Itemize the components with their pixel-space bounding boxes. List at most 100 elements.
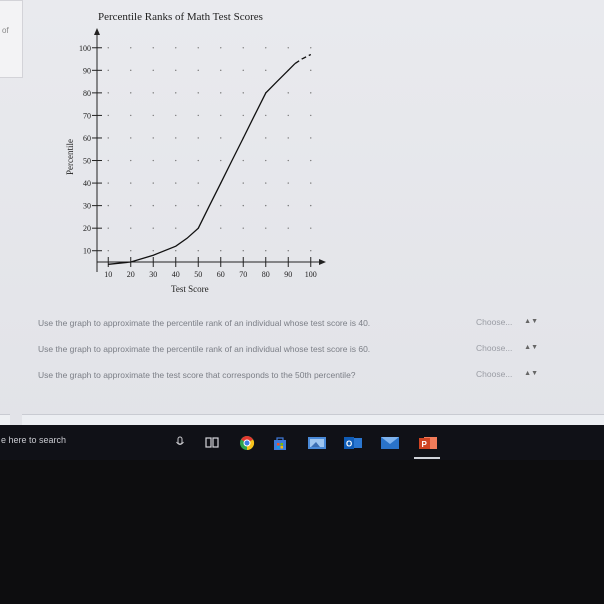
y-ticks: 10 20 30 40 50 60 70 80 90 100: [79, 44, 102, 256]
y-axis-arrow: [94, 28, 100, 35]
grid-dot: [242, 250, 244, 252]
x-tick-label: 100: [305, 270, 317, 279]
grid-dot: [152, 92, 154, 94]
y-tick-label: 80: [83, 89, 91, 98]
outlook-icon[interactable]: O: [343, 435, 363, 450]
grid-dot: [242, 92, 244, 94]
grid-dot: [107, 182, 109, 184]
question-row-1: Use the graph to approximate the percent…: [38, 317, 578, 334]
y-tick-label: 10: [83, 247, 91, 256]
grid-dot: [197, 114, 199, 117]
grid-dot: [152, 182, 154, 184]
grid-dot: [107, 159, 109, 162]
svg-text:O: O: [346, 440, 352, 449]
grid-dot: [265, 69, 267, 72]
grid-dot: [107, 227, 109, 229]
grid-dot: [130, 114, 132, 117]
grid-dot: [175, 69, 177, 72]
app-screen: of Percentile Ranks of Math Test Scores …: [0, 0, 604, 425]
grid-dot: [107, 69, 109, 72]
svg-text:P: P: [422, 440, 428, 449]
grid-dot: [220, 69, 222, 72]
grid-dot: [242, 227, 244, 229]
question-text: Use the graph to approximate the test sc…: [38, 370, 356, 380]
grid-dot: [107, 137, 109, 139]
answer-select-3[interactable]: Choose... ▲▼: [476, 369, 538, 383]
select-arrows-icon: ▲▼: [524, 318, 538, 325]
grid-dot: [265, 182, 267, 184]
task-view-icon[interactable]: [205, 435, 219, 450]
y-tick-label: 90: [83, 66, 91, 75]
grid-dot: [287, 92, 289, 94]
grid-dot: [197, 137, 199, 139]
grid-dot: [197, 69, 199, 72]
grid-dot: [152, 69, 154, 72]
grid-dot: [107, 204, 109, 207]
percentile-chart: 10 20 30 40 50 60 70 80 90 100 10 20 30 40 50 60 70 80 90…: [65, 28, 326, 294]
powerpoint-icon[interactable]: P: [418, 435, 438, 450]
grid-dot: [242, 114, 244, 117]
grid-dot: [197, 250, 199, 252]
grid-dot: [287, 182, 289, 184]
select-value: Choose...: [476, 369, 513, 379]
grid-dot: [220, 137, 222, 139]
x-tick-label: 80: [262, 270, 270, 279]
grid-dot: [287, 137, 289, 139]
grid-dot: [265, 204, 267, 207]
x-tick-label: 70: [239, 270, 247, 279]
grid-dot: [242, 47, 244, 49]
taskbar: e here to search O P: [0, 425, 604, 460]
grid-dot: [242, 69, 244, 72]
grid-dot: [152, 204, 154, 207]
chrome-icon[interactable]: [238, 435, 256, 450]
grid-dot: [152, 159, 154, 162]
grid-dot: [130, 204, 132, 207]
y-axis-label: Percentile: [65, 139, 75, 175]
x-axis-label: Test Score: [171, 284, 209, 294]
grid-dot: [265, 250, 267, 252]
select-arrows-icon: ▲▼: [524, 370, 538, 377]
question-row-2: Use the graph to approximate the percent…: [38, 343, 578, 360]
grid-dot: [130, 182, 132, 184]
grid-dot: [310, 47, 312, 49]
store-icon[interactable]: [272, 435, 288, 450]
grid-dot: [175, 182, 177, 184]
x-tick-label: 50: [194, 270, 202, 279]
x-tick-label: 20: [127, 270, 135, 279]
grid-dot: [130, 69, 132, 72]
grid-dot: [287, 204, 289, 207]
mail-icon[interactable]: [380, 435, 400, 450]
grid-dot: [242, 182, 244, 184]
grid-dot: [265, 114, 267, 117]
grid-dot: [152, 114, 154, 117]
grid-dot: [265, 137, 267, 139]
grid-dot: [220, 204, 222, 207]
grid-dot: [175, 47, 177, 49]
grid-dot: [175, 227, 177, 229]
x-tick-label: 60: [217, 270, 225, 279]
select-arrows-icon: ▲▼: [524, 344, 538, 351]
grid-dot: [242, 204, 244, 207]
grid-dot: [287, 159, 289, 162]
grid-dot: [310, 250, 312, 252]
grid-dot: [107, 114, 109, 117]
grid-dot: [287, 114, 289, 117]
answer-select-1[interactable]: Choose... ▲▼: [476, 317, 538, 331]
taskbar-search[interactable]: e here to search: [1, 435, 66, 445]
grid-dot: [265, 47, 267, 49]
grid-dot: [175, 159, 177, 162]
grid-dot: [310, 182, 312, 184]
answer-select-2[interactable]: Choose... ▲▼: [476, 343, 538, 357]
microphone-icon[interactable]: [175, 435, 185, 450]
grid-dot: [220, 114, 222, 117]
grid-dot: [287, 47, 289, 49]
grid-dot: [197, 92, 199, 94]
x-tick-label: 10: [104, 270, 112, 279]
grid-dot: [130, 92, 132, 94]
grid-dot: [130, 137, 132, 139]
grid-dot: [197, 47, 199, 49]
grid-dot: [310, 114, 312, 117]
photos-icon[interactable]: [307, 435, 327, 450]
percentile-curve-dashed: [294, 53, 312, 65]
grid-dot: [130, 250, 132, 252]
